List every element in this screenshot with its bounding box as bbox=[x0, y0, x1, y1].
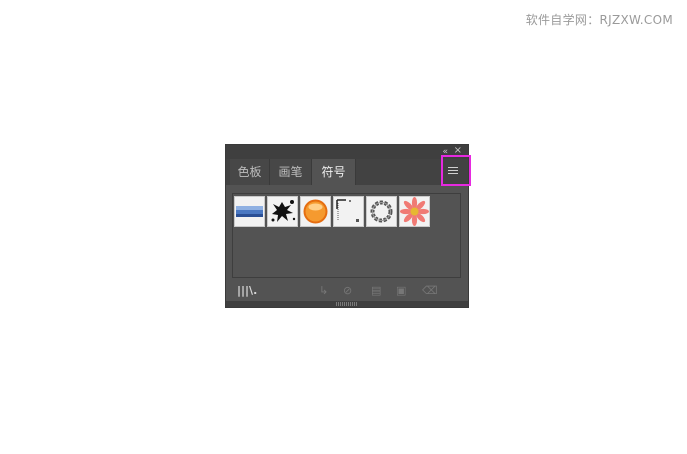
ring-symbol[interactable] bbox=[366, 196, 397, 227]
menu-highlight-box bbox=[441, 155, 471, 186]
orange-button-symbol[interactable] bbox=[300, 196, 331, 227]
panel-toolbar: |||\. ↳ ⊘ ▤ ▣ ⌫ bbox=[226, 283, 468, 301]
delete-icon[interactable]: ⌫ bbox=[422, 284, 438, 298]
resize-grip[interactable] bbox=[226, 301, 468, 307]
ink-splat-symbol[interactable] bbox=[267, 196, 298, 227]
tab-brushes[interactable]: 画笔 bbox=[270, 159, 312, 185]
panel-tabbar: 色板 画笔 符号 bbox=[226, 159, 468, 185]
new-symbol-icon[interactable]: ▣ bbox=[396, 284, 406, 298]
symbols-panel: « × 色板 画笔 符号 |||\. ↳ ⊘ ▤ ▣ ⌫ bbox=[226, 145, 468, 307]
break-link-icon[interactable]: ⊘ bbox=[343, 284, 352, 298]
place-symbol-icon[interactable]: ↳ bbox=[319, 284, 328, 298]
pink-flower-symbol[interactable] bbox=[399, 196, 430, 227]
tab-swatches[interactable]: 色板 bbox=[230, 159, 270, 185]
symbol-options-icon[interactable]: ▤ bbox=[371, 284, 381, 298]
symbol-libraries-icon[interactable]: |||\. bbox=[237, 284, 257, 298]
panel-titlebar[interactable]: « × bbox=[226, 145, 468, 159]
watermark: 软件自学网：RJZXW.COM bbox=[525, 13, 673, 27]
blue-banner-symbol[interactable] bbox=[234, 196, 265, 227]
tab-symbols[interactable]: 符号 bbox=[312, 159, 356, 185]
symbol-list bbox=[232, 193, 461, 278]
corner-frame-symbol[interactable] bbox=[333, 196, 364, 227]
